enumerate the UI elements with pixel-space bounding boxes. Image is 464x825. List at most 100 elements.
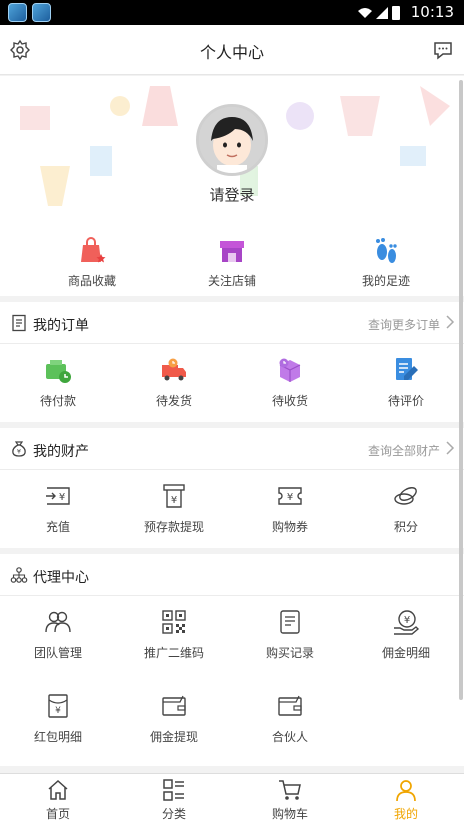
tab-category[interactable]: 分类 — [116, 778, 232, 822]
commission-icon: ¥ — [394, 610, 420, 635]
bag-heart-icon — [81, 237, 106, 263]
document-icon — [12, 314, 26, 332]
asset-label: 积分 — [393, 520, 418, 534]
team-icon — [45, 611, 71, 633]
quick-link-label: 商品收藏 — [67, 274, 116, 288]
partner-icon — [278, 695, 302, 716]
cart-icon — [279, 780, 301, 800]
team-management-button[interactable]: 团队管理 — [0, 608, 116, 661]
scrollbar[interactable] — [459, 80, 463, 700]
tab-label: 首页 — [45, 807, 70, 821]
money-bag-icon: ¥ — [12, 441, 26, 457]
home-icon — [48, 779, 68, 800]
tab-label: 分类 — [161, 807, 186, 821]
tab-label: 购物车 — [271, 807, 308, 821]
svg-text:¥: ¥ — [404, 615, 410, 626]
coupon-button[interactable]: ¥ 购物券 — [232, 482, 348, 535]
avatar[interactable] — [196, 104, 268, 176]
truck-icon — [162, 358, 186, 381]
wallet-icon — [46, 360, 71, 383]
agent-center-section-header: 代理中心 — [0, 554, 464, 596]
chevron-right-icon — [446, 315, 455, 329]
svg-text:¥: ¥ — [55, 706, 61, 716]
section-title: 我的财产 — [33, 444, 89, 460]
agent-item-label: 佣金明细 — [381, 646, 430, 660]
order-pending-receipt[interactable]: 待收货 — [232, 356, 348, 409]
order-pending-shipment[interactable]: 待发货 — [116, 356, 232, 409]
assets-section: ¥ 我的财产 查询全部财产 ¥ 充值 ¥ 预存款提现 ¥ 购物券 积分 — [0, 428, 464, 548]
partner-button[interactable]: 合伙人 — [232, 692, 348, 745]
svg-text:¥: ¥ — [287, 492, 293, 503]
svg-text:¥: ¥ — [59, 492, 65, 503]
asset-label: 充值 — [45, 520, 70, 534]
asset-label: 购物券 — [271, 520, 308, 534]
redpacket-icon: ¥ — [48, 694, 68, 718]
points-icon — [394, 487, 417, 505]
section-title: 我的订单 — [33, 318, 89, 334]
edit-icon — [396, 358, 418, 380]
agent-item-label: 红包明细 — [33, 730, 82, 744]
quick-link-label: 我的足迹 — [361, 274, 410, 288]
agent-item-label: 推广二维码 — [143, 646, 204, 660]
agent-item-label: 佣金提现 — [149, 730, 198, 744]
followed-stores-shortcut[interactable]: 关注店铺 — [172, 236, 292, 289]
section-title: 代理中心 — [33, 570, 89, 586]
order-status-label: 待付款 — [39, 394, 76, 408]
top-nav-bar: 个人中心 — [0, 25, 464, 75]
points-button[interactable]: 积分 — [348, 482, 464, 535]
tab-label: 我的 — [393, 807, 418, 821]
view-more-orders-link[interactable]: 查询更多订单 — [368, 316, 440, 333]
wallet-out-icon — [162, 695, 186, 716]
agent-item-label: 合伙人 — [271, 730, 308, 744]
page-title: 个人中心 — [199, 43, 264, 62]
order-status-label: 待评价 — [387, 394, 424, 408]
tab-cart[interactable]: 购物车 — [232, 778, 348, 822]
notification-app-icon — [32, 3, 51, 22]
commission-withdraw-button[interactable]: 佣金提现 — [116, 692, 232, 745]
red-packet-details-button[interactable]: ¥ 红包明细 — [0, 692, 116, 745]
orders-section-header[interactable]: 我的订单 查询更多订单 — [0, 302, 464, 344]
agent-item-label: 购买记录 — [265, 646, 314, 660]
asset-label: 预存款提现 — [143, 520, 204, 534]
qrcode-icon — [162, 610, 186, 634]
view-all-assets-link[interactable]: 查询全部财产 — [368, 442, 440, 459]
agent-center-section: 代理中心 团队管理 推广二维码 购买记录 ¥ 佣金明细 ¥ 红包明细 佣金提现 … — [0, 554, 464, 766]
orders-section: 我的订单 查询更多订单 待付款 待发货 待收货 待评价 — [0, 302, 464, 422]
tab-home[interactable]: 首页 — [0, 778, 116, 822]
notification-app-icon — [8, 3, 27, 22]
user-icon — [396, 780, 416, 802]
deposit-withdraw-button[interactable]: ¥ 预存款提现 — [116, 482, 232, 535]
chevron-right-icon — [446, 441, 455, 455]
assets-section-header[interactable]: ¥ 我的财产 查询全部财产 — [0, 428, 464, 470]
order-status-label: 待收货 — [271, 394, 308, 408]
svg-text:¥: ¥ — [171, 495, 177, 506]
purchase-records-button[interactable]: 购买记录 — [232, 608, 348, 661]
tab-mine[interactable]: 我的 — [348, 778, 464, 822]
org-tree-icon — [10, 567, 28, 583]
recharge-icon: ¥ — [46, 487, 70, 505]
bottom-tab-bar: 首页 分类 购物车 我的 — [0, 773, 464, 825]
order-pending-review[interactable]: 待评价 — [348, 356, 464, 409]
favorites-shortcut[interactable]: 商品收藏 — [32, 236, 152, 289]
agent-item-label: 团队管理 — [33, 646, 82, 660]
promo-qrcode-button[interactable]: 推广二维码 — [116, 608, 232, 661]
footprint-icon — [376, 238, 397, 263]
signal-battery-icon — [358, 6, 400, 20]
recharge-button[interactable]: ¥ 充值 — [0, 482, 116, 535]
category-icon — [163, 779, 184, 801]
footprints-shortcut[interactable]: 我的足迹 — [326, 236, 446, 289]
box-icon — [279, 358, 301, 382]
cartoon-face-icon — [199, 107, 265, 173]
message-icon[interactable] — [432, 39, 454, 61]
record-icon — [280, 610, 300, 634]
store-icon — [220, 241, 244, 262]
login-link[interactable]: 请登录 — [0, 184, 464, 205]
commission-details-button[interactable]: ¥ 佣金明细 — [348, 608, 464, 661]
withdraw-icon: ¥ — [163, 484, 185, 508]
coupon-icon: ¥ — [278, 487, 302, 505]
svg-text:¥: ¥ — [17, 448, 21, 456]
order-status-label: 待发货 — [155, 394, 192, 408]
quick-link-label: 关注店铺 — [207, 274, 256, 288]
status-bar: 10:13 — [0, 0, 464, 25]
order-pending-payment[interactable]: 待付款 — [0, 356, 116, 409]
